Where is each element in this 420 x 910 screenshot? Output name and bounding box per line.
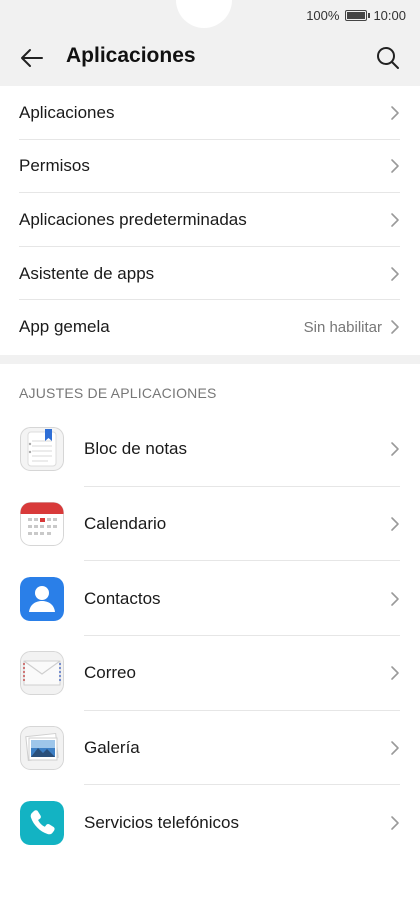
chevron-right-icon (390, 740, 400, 756)
app-item-servicios-telefonicos[interactable]: Servicios telefónicos (0, 785, 420, 860)
back-button[interactable] (14, 40, 50, 76)
app-item-label: Calendario (84, 514, 167, 534)
search-button[interactable] (370, 40, 406, 76)
menu-item-value: Sin habilitar (303, 318, 382, 336)
app-item-calendario[interactable]: Calendario (0, 487, 420, 562)
app-item-label: Bloc de notas (84, 439, 188, 459)
menu-item-label: Aplicaciones (19, 102, 115, 122)
menu-item-permisos[interactable]: Permisos (0, 140, 420, 194)
camera-notch (176, 0, 232, 28)
page-title: Aplicaciones (66, 44, 196, 67)
menu-item-label: Aplicaciones predeterminadas (19, 209, 247, 229)
app-item-bloc-de-notas[interactable]: Bloc de notas (0, 412, 420, 487)
app-item-galeria[interactable]: Galería (0, 711, 420, 786)
app-item-contactos[interactable]: Contactos (0, 561, 420, 637)
app-item-label: Contactos (84, 588, 161, 608)
notepad-icon (20, 427, 64, 472)
section-header: AJUSTES DE APLICACIONES (19, 385, 217, 401)
search-icon (377, 47, 399, 69)
menu-item-label: Asistente de apps (19, 263, 155, 283)
battery-icon (345, 9, 371, 21)
settings-menu: Aplicaciones Permisos Aplicaciones prede… (0, 86, 420, 354)
gallery-icon (20, 726, 64, 771)
chevron-right-icon (390, 665, 400, 681)
menu-item-aplicaciones[interactable]: Aplicaciones (0, 86, 420, 140)
chevron-right-icon (390, 441, 400, 457)
menu-item-aplicaciones-predeterminadas[interactable]: Aplicaciones predeterminadas (0, 193, 420, 247)
chevron-right-icon (390, 591, 400, 607)
app-item-label: Galería (84, 738, 140, 758)
app-bar: 100% 10:00 Aplicaciones (0, 0, 420, 86)
chevron-right-icon (390, 158, 400, 174)
chevron-right-icon (390, 105, 400, 121)
mail-icon (20, 651, 64, 696)
chevron-right-icon (390, 319, 400, 335)
menu-item-app-gemela[interactable]: App gemela Sin habilitar (0, 300, 420, 354)
chevron-right-icon (390, 815, 400, 831)
menu-item-label: App gemela (19, 317, 110, 337)
menu-item-asistente-de-apps[interactable]: Asistente de apps (0, 247, 420, 301)
app-item-label: Servicios telefónicos (84, 812, 239, 832)
status-bar: 100% 10:00 (306, 7, 406, 23)
phone-icon (20, 800, 64, 845)
app-item-correo[interactable]: Correo (0, 636, 420, 711)
chevron-right-icon (390, 266, 400, 282)
chevron-right-icon (390, 212, 400, 228)
clock: 10:00 (373, 7, 406, 23)
arrow-left-icon (21, 49, 43, 67)
app-settings-list: Bloc de notas Calendario Contactos Corre… (0, 412, 420, 860)
calendar-icon (20, 502, 64, 547)
battery-percent: 100% (306, 7, 340, 23)
app-item-label: Correo (84, 663, 136, 683)
section-separator (0, 355, 420, 364)
chevron-right-icon (390, 516, 400, 532)
menu-item-label: Permisos (19, 156, 90, 176)
contacts-icon (20, 576, 64, 621)
